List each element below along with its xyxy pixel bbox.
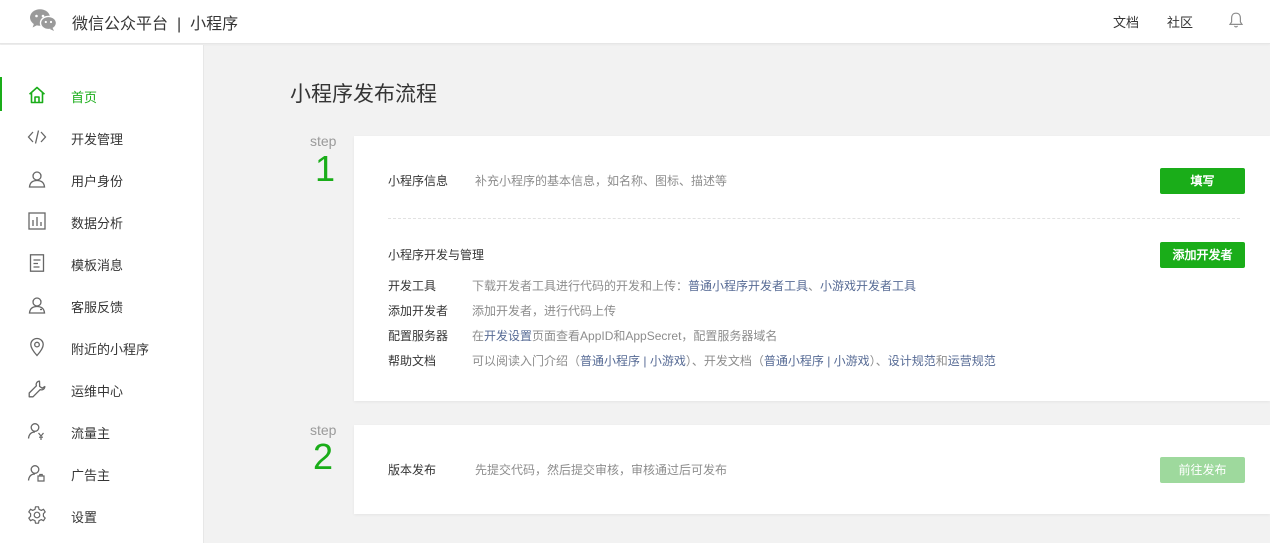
wechat-logo-icon[interactable] [29,8,57,32]
step-1-card: 小程序信息 补充小程序的基本信息，如名称、图标、描述等 填写 小程序开发与管理 … [354,136,1270,401]
help-text: 可以阅读入门介绍（ [472,354,581,368]
version-release-description: 先提交代码，然后提交审核，审核通过后可发布 [475,463,728,477]
pipe-separator: | [823,354,834,368]
server-suffix: 页面查看AppID和AppSecret，配置服务器域名 [532,329,778,343]
help-text: 和 [935,354,948,368]
top-bar: 微信公众平台 | 小程序 文档 社区 [0,0,1270,44]
home-icon [28,86,46,104]
wrench-icon [28,380,46,398]
dev-settings-link[interactable]: 开发设置 [484,329,532,343]
docs-minigame-link[interactable]: 小游戏 [834,354,870,368]
dev-tools-label: 开发工具 [388,279,437,293]
add-developer-label: 添加开发者 [388,304,449,318]
sidebar-item-label: 开发管理 [71,132,124,147]
gear-icon [28,506,46,524]
server-prefix: 在 [472,329,485,343]
sidebar-item-template-message[interactable]: 模板消息 [0,242,203,284]
docs-link[interactable]: 文档 [1113,12,1139,31]
advertiser-icon [27,465,45,482]
info-label: 小程序信息 [388,174,449,188]
sidebar-item-traffic-owner[interactable]: 流量主 [0,410,203,452]
intro-minigame-link[interactable]: 小游戏 [650,354,686,368]
version-release-label: 版本发布 [388,463,437,477]
user-icon [28,171,46,188]
section-divider [388,218,1240,219]
design-guidelines-link[interactable]: 设计规范 [888,354,936,368]
code-icon [27,130,47,144]
server-config-label: 配置服务器 [388,329,449,343]
sidebar-item-label: 设置 [71,510,98,525]
add-developer-button[interactable]: 添加开发者 [1160,242,1245,268]
location-pin-icon [30,337,44,357]
miniprogram-devtool-link[interactable]: 普通小程序开发者工具 [688,279,808,293]
dev-tools-prefix: 下载开发者工具进行代码的开发和上传： [472,279,689,293]
bar-chart-icon [28,212,46,230]
traffic-owner-icon [27,423,44,440]
sidebar-item-label: 附近的小程序 [71,342,150,357]
sidebar-item-ops-center[interactable]: 运维中心 [0,368,203,410]
sidebar-item-label: 流量主 [71,426,111,441]
step-1-word: step [310,133,337,149]
dev-management-title: 小程序开发与管理 [388,248,485,262]
brand-separator: | [177,16,182,33]
go-publish-button[interactable]: 前往发布 [1160,457,1245,483]
docs-miniprogram-link[interactable]: 普通小程序 [764,354,824,368]
brand-left: 微信公众平台 [72,16,169,33]
dev-tools-description: 下载开发者工具进行代码的开发和上传：普通小程序开发者工具、小游戏开发者工具 [472,277,916,294]
sidebar-item-data-analysis[interactable]: 数据分析 [0,200,203,242]
sidebar-item-label: 客服反馈 [71,300,124,315]
add-developer-description: 添加开发者，进行代码上传 [472,304,617,318]
sidebar-item-customer-feedback[interactable]: 客服反馈 [0,284,203,326]
brand-right: 小程序 [190,16,239,33]
community-link[interactable]: 社区 [1167,12,1193,31]
info-description: 补充小程序的基本信息，如名称、图标、描述等 [475,174,728,188]
sidebar-item-label: 运维中心 [71,384,124,399]
document-icon [29,254,45,272]
sidebar-item-settings[interactable]: 设置 [0,494,203,536]
minigame-devtool-link[interactable]: 小游戏开发者工具 [820,279,916,293]
link-separator: 、 [808,279,821,293]
sidebar-item-dev-management[interactable]: 开发管理 [0,116,203,158]
help-docs-label: 帮助文档 [388,354,437,368]
service-icon [28,297,46,314]
step-1-number: 1 [315,148,336,189]
intro-miniprogram-link[interactable]: 普通小程序 [580,354,640,368]
server-config-description: 在开发设置页面查看AppID和AppSecret，配置服务器域名 [472,327,777,344]
page-title: 小程序发布流程 [290,83,437,106]
sidebar-item-label: 广告主 [71,468,111,483]
sidebar: 首页 开发管理 用户身份 数据分析 模板消息 客服反馈 附近的小程序 运维中心 … [0,45,204,543]
fill-button[interactable]: 填写 [1160,168,1245,194]
sidebar-item-label: 模板消息 [71,258,124,273]
help-docs-description: 可以阅读入门介绍（普通小程序 | 小游戏）、开发文档（普通小程序 | 小游戏）、… [472,352,996,369]
sidebar-item-home[interactable]: 首页 [0,74,203,116]
bell-icon[interactable] [1228,11,1244,29]
sidebar-item-label: 数据分析 [71,216,124,231]
sidebar-item-label: 首页 [71,90,98,105]
sidebar-item-nearby[interactable]: 附近的小程序 [0,326,203,368]
help-text: ）、开发文档（ [685,354,764,368]
sidebar-item-user-identity[interactable]: 用户身份 [0,158,203,200]
pipe-separator: | [640,354,650,368]
step-2-number: 2 [313,436,334,477]
sidebar-item-advertiser[interactable]: 广告主 [0,452,203,494]
sidebar-item-label: 用户身份 [71,174,124,189]
help-text: ）、 [869,354,888,368]
step-2-card: 版本发布 先提交代码，然后提交审核，审核通过后可发布 前往发布 [354,425,1270,514]
operation-guidelines-link[interactable]: 运营规范 [948,354,996,368]
brand-title: 微信公众平台 | 小程序 [72,10,238,34]
